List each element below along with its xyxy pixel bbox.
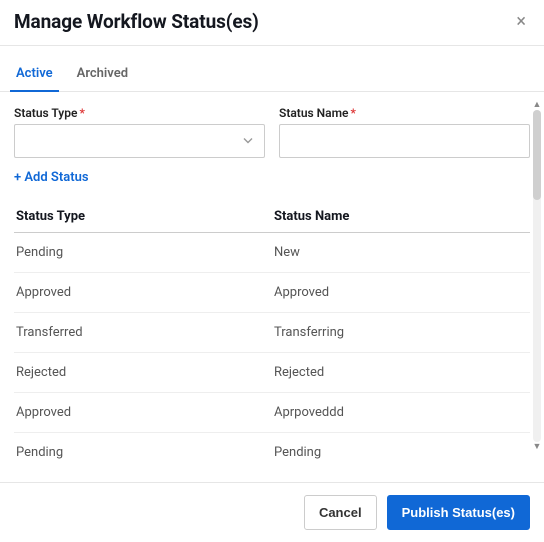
table-row: PendingNew	[14, 233, 530, 273]
scroll-down-icon[interactable]: ▼	[531, 442, 543, 452]
close-icon[interactable]: ×	[512, 11, 530, 33]
cell-name: Approved	[272, 285, 530, 300]
form-row: Status Type* Status Name*	[14, 106, 530, 158]
tab-active[interactable]: Active	[14, 60, 55, 91]
cell-name: Pending	[272, 445, 530, 460]
table-header-row: Status Type Status Name	[14, 201, 530, 233]
cancel-button[interactable]: Cancel	[304, 495, 377, 530]
table-row: PendingPending	[14, 433, 530, 460]
dialog-footer: Cancel Publish Status(es)	[0, 482, 544, 542]
scroll-up-icon[interactable]: ▲	[531, 100, 543, 110]
table-row: TransferredTransferring	[14, 313, 530, 353]
cell-name: New	[272, 245, 530, 260]
required-asterisk: *	[79, 106, 84, 120]
status-name-label-text: Status Name	[279, 106, 349, 120]
dialog-header: Manage Workflow Status(es) ×	[0, 0, 544, 45]
add-status-link[interactable]: + Add Status	[14, 170, 89, 185]
cell-name: Rejected	[272, 365, 530, 380]
cell-type: Pending	[14, 445, 272, 460]
status-type-label-text: Status Type	[14, 106, 77, 120]
cell-name: Transferring	[272, 325, 530, 340]
chevron-down-icon	[242, 132, 254, 151]
dialog-title: Manage Workflow Status(es)	[14, 10, 259, 33]
scrollbar-thumb[interactable]	[533, 110, 541, 200]
table-row: ApprovedApproved	[14, 273, 530, 313]
publish-button[interactable]: Publish Status(es)	[387, 495, 530, 530]
required-asterisk: *	[351, 106, 356, 120]
cell-type: Pending	[14, 245, 272, 260]
tab-archived[interactable]: Archived	[75, 60, 130, 91]
status-type-label: Status Type*	[14, 106, 265, 120]
status-name-label: Status Name*	[279, 106, 530, 120]
tabs: Active Archived	[0, 60, 544, 92]
status-name-input[interactable]	[279, 124, 530, 158]
cell-type: Rejected	[14, 365, 272, 380]
col-header-type: Status Type	[14, 209, 272, 224]
cell-name: Aprpoveddd	[272, 405, 530, 420]
col-header-name: Status Name	[272, 209, 530, 224]
scrollbar[interactable]: ▲ ▼	[531, 100, 543, 452]
table-row: RejectedRejected	[14, 353, 530, 393]
body-scroll: Status Type* Status Name* + Add Status S…	[0, 92, 544, 460]
status-type-field: Status Type*	[14, 106, 265, 158]
status-type-select[interactable]	[14, 124, 265, 158]
divider	[0, 45, 544, 46]
status-name-field: Status Name*	[279, 106, 530, 158]
table-row: ApprovedAprpoveddd	[14, 393, 530, 433]
cell-type: Transferred	[14, 325, 272, 340]
cell-type: Approved	[14, 285, 272, 300]
status-table: Status Type Status Name PendingNewApprov…	[14, 201, 530, 460]
cell-type: Approved	[14, 405, 272, 420]
